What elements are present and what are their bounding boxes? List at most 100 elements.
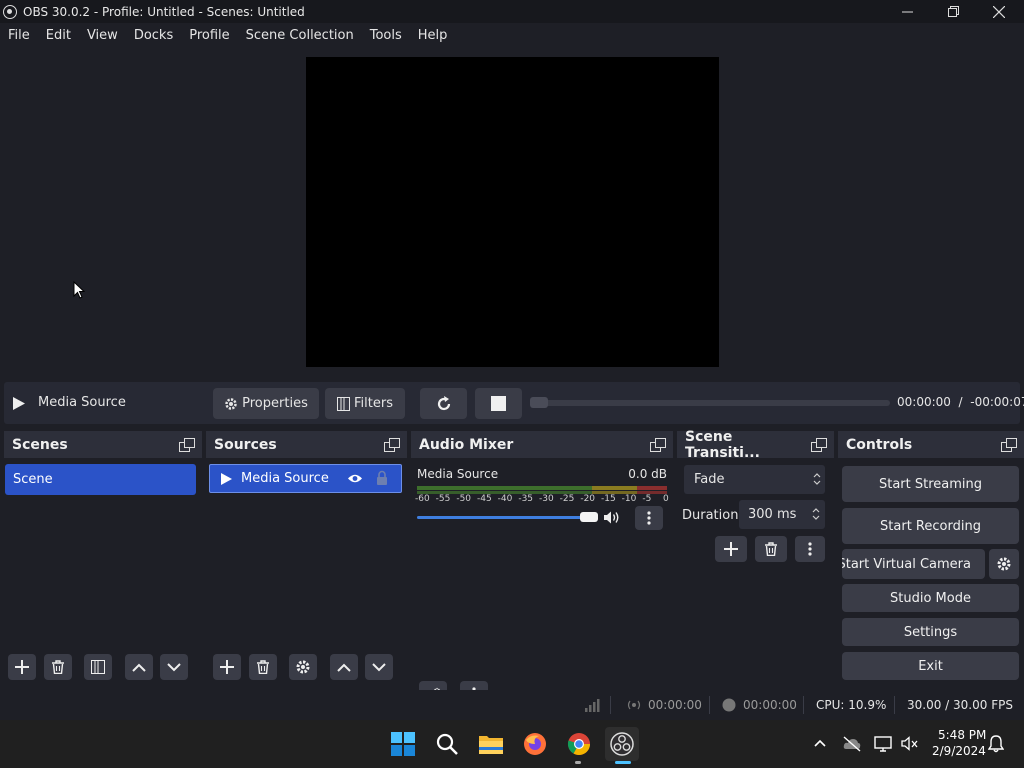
menu-scene-collection[interactable]: Scene Collection — [238, 28, 362, 43]
menu-profile[interactable]: Profile — [181, 28, 237, 43]
remove-transition-button[interactable] — [755, 536, 787, 562]
undock-icon[interactable] — [179, 438, 195, 452]
firefox-icon — [524, 733, 546, 755]
scene-item[interactable]: Scene — [5, 464, 196, 495]
filters-label: Filters — [354, 396, 393, 411]
scene-filters-button[interactable] — [84, 654, 112, 680]
onedrive-offline-icon[interactable] — [843, 736, 861, 752]
undock-icon[interactable] — [811, 438, 827, 452]
restore-button[interactable] — [930, 0, 976, 23]
clock-time[interactable]: 5:48 PM — [938, 728, 986, 742]
menu-view[interactable]: View — [79, 28, 126, 43]
clock-date[interactable]: 2/9/2024 — [932, 744, 986, 758]
scene-move-up-button[interactable] — [125, 654, 153, 680]
mixer-channel-name: Media Source — [417, 467, 499, 481]
controls-title: Controls — [846, 436, 913, 453]
duration-spinbox[interactable]: 300 ms — [739, 500, 825, 529]
scenes-dock: Scenes Scene — [4, 431, 202, 687]
undock-icon[interactable] — [650, 438, 666, 452]
stop-button[interactable] — [475, 388, 522, 419]
virtual-camera-settings-button[interactable] — [989, 549, 1019, 579]
volume-slider[interactable] — [417, 516, 582, 519]
transition-select[interactable]: Fade — [684, 465, 825, 494]
restore-icon — [947, 6, 959, 17]
title-bar: OBS 30.0.2 - Profile: Untitled - Scenes:… — [0, 0, 1024, 23]
notification-bell-icon[interactable] — [988, 735, 1004, 753]
remove-scene-button[interactable] — [44, 654, 72, 680]
chrome-icon — [567, 733, 590, 755]
start-streaming-button[interactable]: Start Streaming — [842, 466, 1019, 502]
menu-edit[interactable]: Edit — [38, 28, 79, 43]
audio-level-meter — [417, 486, 667, 490]
plus-icon — [15, 660, 29, 674]
network-display-icon[interactable] — [874, 736, 892, 752]
scene-move-down-button[interactable] — [160, 654, 188, 680]
add-scene-button[interactable] — [8, 654, 36, 680]
firefox-button[interactable] — [522, 731, 548, 757]
settings-button[interactable]: Settings — [842, 618, 1019, 646]
filters-button[interactable]: Filters — [325, 388, 405, 419]
trash-icon — [765, 542, 777, 556]
file-explorer-button[interactable] — [478, 731, 504, 757]
properties-button[interactable]: Properties — [213, 388, 319, 419]
add-transition-button[interactable] — [715, 536, 747, 562]
transition-menu-button[interactable] — [795, 536, 825, 562]
time-remaining: -00:00:07 — [970, 395, 1024, 409]
undock-icon[interactable] — [384, 438, 400, 452]
volume-muted-icon[interactable] — [901, 736, 919, 752]
more-vertical-icon — [647, 511, 651, 525]
speaker-icon[interactable] — [603, 510, 621, 525]
transitions-title: Scene Transiti... — [685, 428, 760, 461]
time-display: 00:00:00 / -00:00:07 — [897, 395, 1024, 409]
window-title: OBS 30.0.2 - Profile: Untitled - Scenes:… — [23, 4, 305, 19]
start-button[interactable] — [390, 731, 416, 757]
tray-overflow-chevron-icon[interactable] — [814, 739, 826, 747]
start-recording-button[interactable]: Start Recording — [842, 508, 1019, 544]
start-virtual-camera-label: Start Virtual Camera — [842, 556, 971, 572]
menu-tools[interactable]: Tools — [362, 28, 410, 43]
preview-canvas[interactable] — [306, 57, 719, 367]
studio-mode-button[interactable]: Studio Mode — [842, 584, 1019, 612]
stream-time: 00:00:00 — [648, 698, 702, 712]
updown-chevron-icon — [813, 473, 821, 485]
start-virtual-camera-button[interactable]: Start Virtual Camera — [842, 549, 985, 579]
plus-icon — [220, 660, 234, 674]
undock-icon[interactable] — [1001, 438, 1017, 452]
close-button[interactable] — [976, 0, 1022, 23]
menu-file[interactable]: File — [0, 28, 38, 43]
visibility-eye-icon[interactable] — [347, 472, 363, 485]
meter-tick-label: -10 — [621, 494, 637, 504]
source-properties-button[interactable] — [289, 654, 317, 680]
seek-bar[interactable] — [530, 400, 890, 406]
meter-tick-label: -40 — [497, 494, 513, 504]
meter-tick-label: -55 — [435, 494, 451, 504]
chrome-button[interactable] — [566, 731, 592, 757]
time-separator: / — [958, 395, 963, 409]
add-source-button[interactable] — [213, 654, 241, 680]
lock-icon[interactable] — [376, 470, 388, 486]
menu-help[interactable]: Help — [410, 28, 456, 43]
obs-logo-icon — [3, 4, 17, 19]
start-recording-label: Start Recording — [880, 518, 981, 534]
source-move-up-button[interactable] — [330, 654, 358, 680]
audio-mixer-title: Audio Mixer — [419, 436, 514, 453]
restart-button[interactable] — [420, 388, 467, 419]
spin-arrows-icon[interactable] — [812, 507, 820, 521]
volume-slider-handle[interactable] — [580, 512, 598, 522]
minimize-button[interactable] — [884, 0, 930, 23]
windows-logo-icon — [391, 732, 415, 756]
meter-tick-label: -5 — [642, 494, 652, 504]
obs-taskbar-button[interactable] — [605, 727, 639, 761]
audio-mixer-dock: Audio Mixer Media Source 0.0 dB -60 -55 -5… — [411, 431, 673, 707]
meter-tick-label: -50 — [456, 494, 472, 504]
search-button[interactable] — [434, 731, 460, 757]
source-item[interactable]: Media Source — [209, 464, 402, 493]
play-icon[interactable] — [12, 396, 26, 411]
mixer-channel-menu-button[interactable] — [635, 506, 663, 530]
remove-source-button[interactable] — [249, 654, 277, 680]
seek-handle[interactable] — [530, 397, 548, 408]
time-current: 00:00:00 — [897, 395, 951, 409]
menu-docks[interactable]: Docks — [126, 28, 181, 43]
exit-button[interactable]: Exit — [842, 652, 1019, 680]
source-move-down-button[interactable] — [365, 654, 393, 680]
